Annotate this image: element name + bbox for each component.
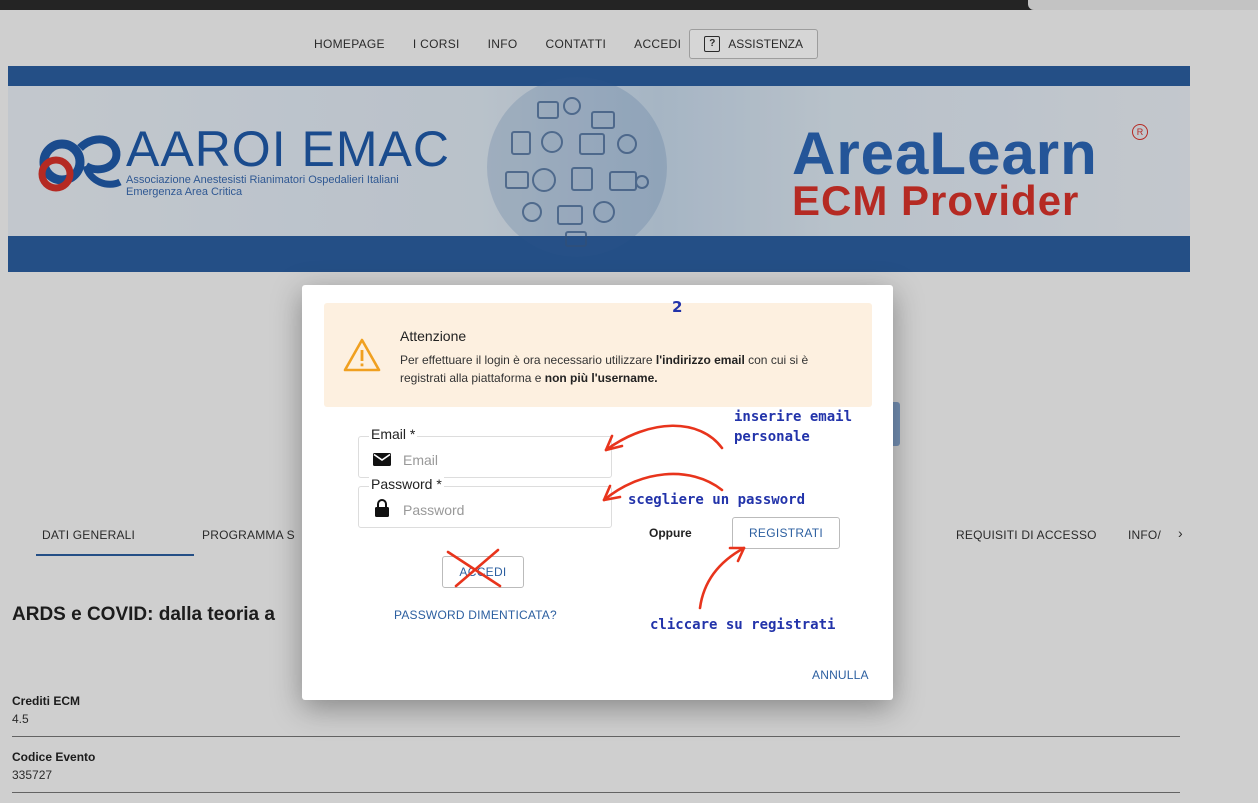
alert-text-part: Per effettuare il login è ora necessario… [400, 353, 656, 367]
alert-title: Attenzione [400, 328, 467, 344]
annulla-button[interactable]: ANNULLA [812, 668, 869, 682]
password-input[interactable]: Password [403, 502, 464, 518]
email-field[interactable]: Email * Email [358, 426, 612, 478]
password-field[interactable]: Password * Password [358, 476, 612, 528]
attention-alert: Attenzione Per effettuare il login è ora… [324, 303, 872, 407]
lock-icon [375, 499, 389, 517]
warning-icon [343, 338, 381, 372]
step-number-annotation: 2 [672, 298, 683, 316]
register-note-annotation: cliccare su registrati [650, 617, 836, 633]
password-label: Password * [369, 476, 444, 492]
envelope-icon [373, 453, 391, 466]
alert-bold-username: non più l'username. [544, 371, 658, 385]
password-dimenticata-link[interactable]: PASSWORD DIMENTICATA? [394, 608, 557, 622]
email-note-line-2: personale [734, 429, 810, 445]
registrati-button[interactable]: REGISTRATI [732, 517, 840, 549]
oppure-label: Oppure [649, 526, 692, 540]
accedi-button[interactable]: ACCEDI [442, 556, 524, 588]
email-input[interactable]: Email [403, 452, 438, 468]
alert-text: Per effettuare il login è ora necessario… [400, 351, 850, 387]
email-note-annotation: inserire email personale [734, 407, 852, 447]
email-note-line-1: inserire email [734, 409, 853, 425]
alert-bold-email: l'indirizzo email [655, 353, 745, 367]
email-label: Email * [369, 426, 418, 442]
password-note-annotation: scegliere un password [628, 492, 806, 508]
